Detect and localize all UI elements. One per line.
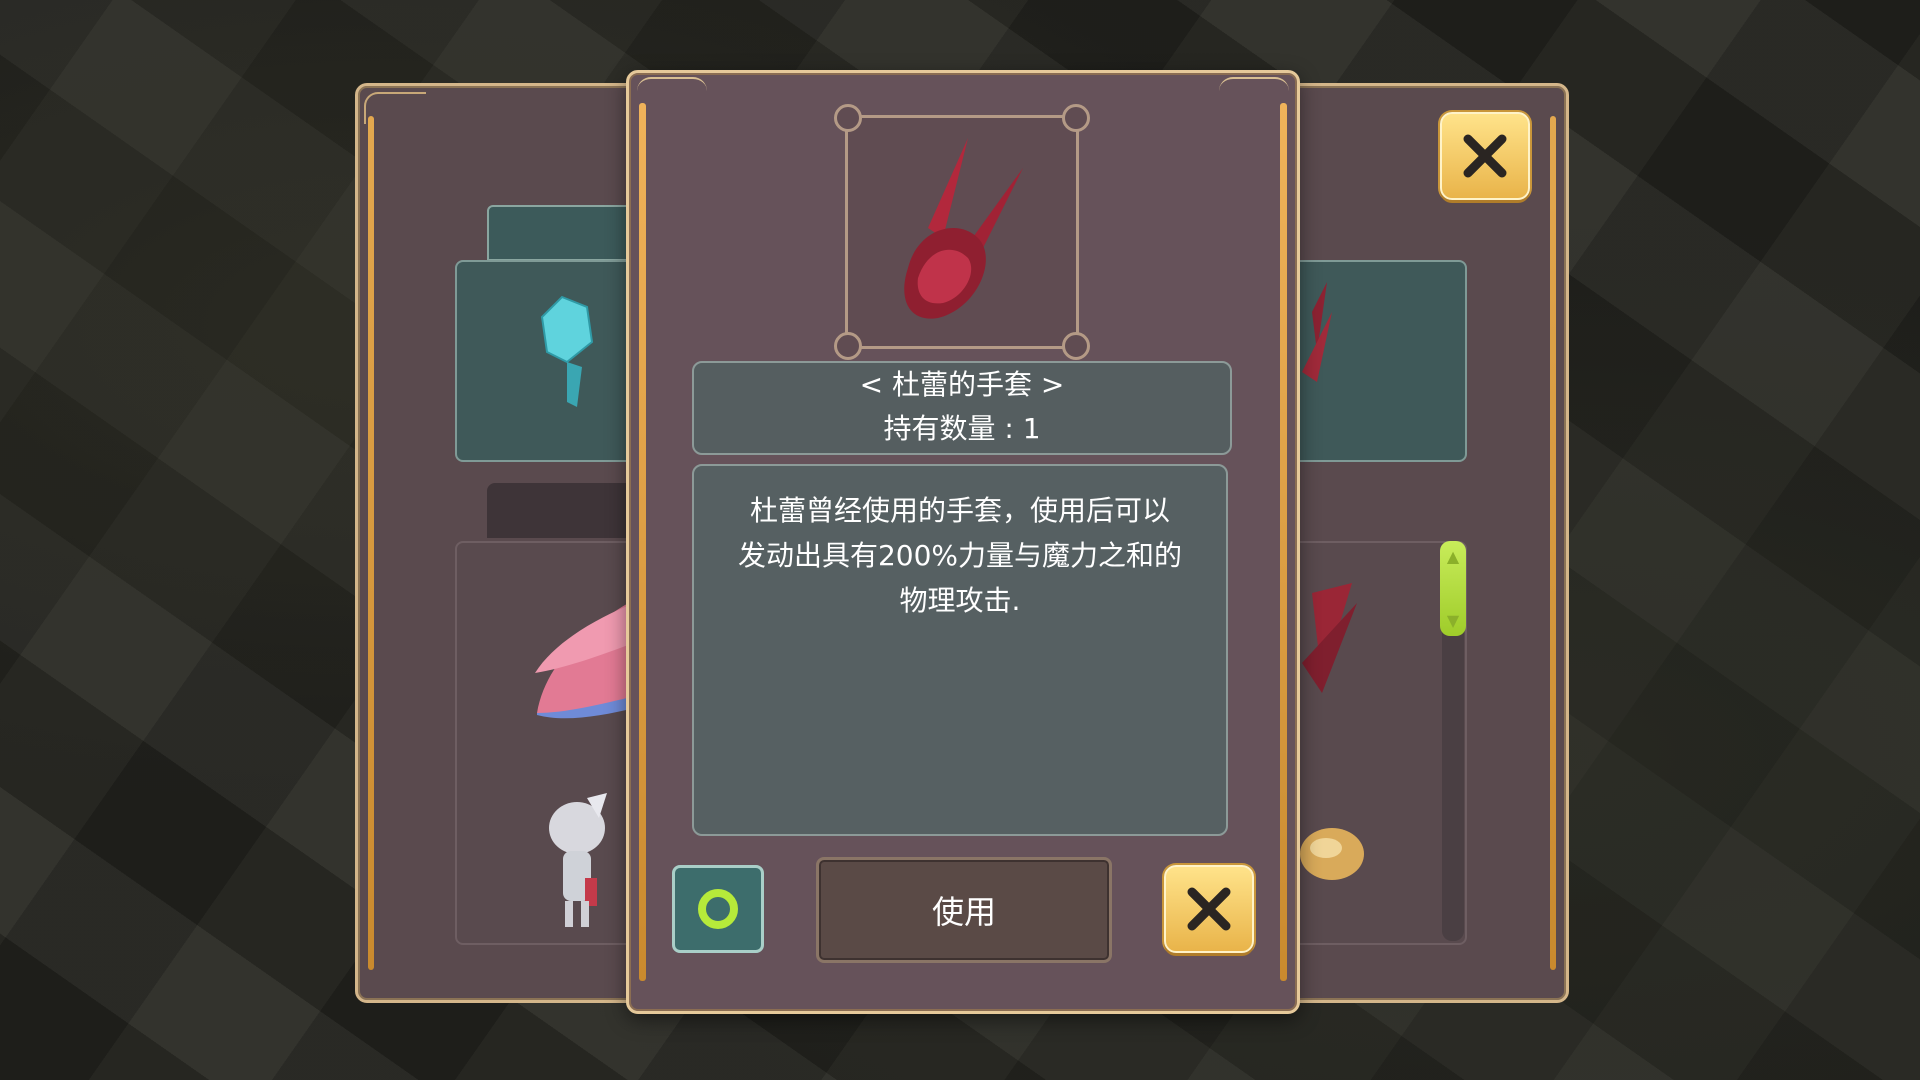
inventory-tab[interactable] [487,483,647,538]
item-image-frame [834,104,1090,360]
panel-rail-left [368,116,374,970]
use-button-label: 使用 [931,893,996,931]
red-gauntlet-icon [904,138,1023,319]
chevron-down-icon: ▼ [1446,611,1460,630]
character-chibi-icon [549,793,607,927]
description-line: 发动出具有200%力量与魔力之和的 [737,539,1183,572]
description-line: 物理攻击. [899,584,1021,617]
close-dialog-button[interactable] [1164,865,1254,953]
red-gauntlet-icon [1302,282,1332,382]
green-ring-icon [698,889,738,929]
corner-ornament [364,92,426,124]
inventory-preview-right [1280,260,1467,462]
item-name: < 杜蕾的手套 > [859,368,1065,401]
panel-rail-right [1550,116,1556,970]
inventory-list-right [1280,541,1467,945]
frame-ornament [1062,332,1090,360]
chevron-up-icon: ▲ [1446,547,1460,566]
item-description-box: 杜蕾曾经使用的手套，使用后可以 发动出具有200%力量与魔力之和的 物理攻击. [692,464,1228,836]
close-x-icon [1187,887,1231,931]
item-quantity: 持有数量 : 1 [883,412,1041,445]
scrollbar-thumb[interactable]: ▲ ▼ [1440,541,1466,636]
frame-ornament [1062,104,1090,132]
close-inventory-button[interactable] [1440,112,1530,200]
description-line: 杜蕾曾经使用的手套，使用后可以 [749,494,1170,527]
item-info-box: < 杜蕾的手套 > 持有数量 : 1 [692,361,1232,455]
frame-ornament [834,104,862,132]
use-item-button[interactable]: 使用 [816,857,1112,963]
dialog-rail-right [1280,103,1287,981]
golden-shell-icon [1300,828,1364,880]
dialog-rail-left [639,103,646,981]
confirm-toggle-button[interactable] [672,865,764,953]
corner-ornament [1219,77,1289,105]
frame-ornament [834,332,862,360]
close-x-icon [1463,134,1507,178]
corner-ornament [637,77,707,105]
